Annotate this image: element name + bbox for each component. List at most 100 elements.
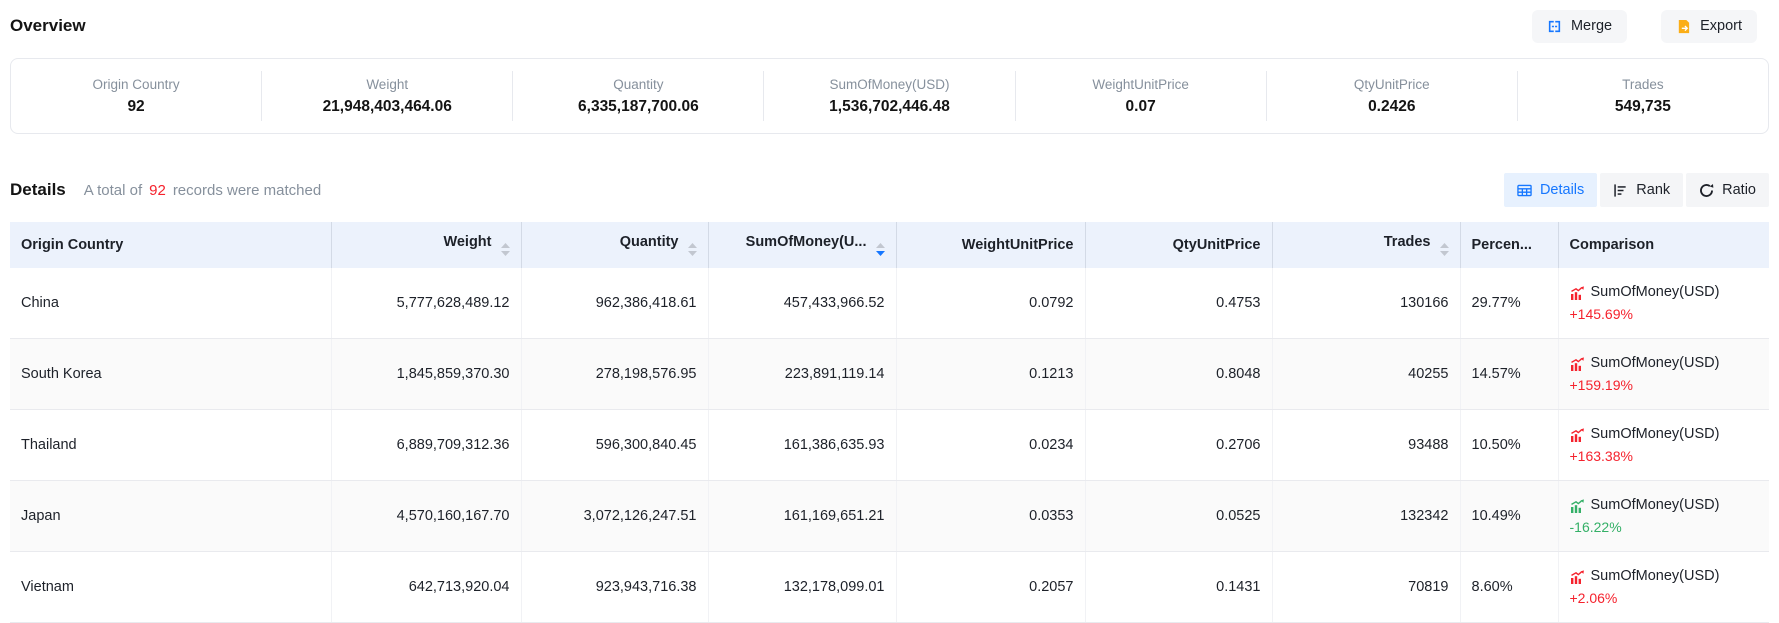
comparison-change-value: +163.38% (1570, 449, 1759, 463)
cell-weight-unit-price: 0.0792 (896, 268, 1085, 339)
cell-trades: 132342 (1272, 481, 1460, 552)
stat-label: QtyUnitPrice (1267, 78, 1517, 92)
stat-label: Origin Country (11, 78, 261, 92)
col-header-quantity[interactable]: Quantity (521, 222, 708, 268)
stat-value: 6,335,187,700.06 (513, 99, 763, 115)
comparison-change-value: +145.69% (1570, 307, 1759, 321)
stat-value: 1,536,702,446.48 (764, 99, 1014, 115)
tab-details-label: Details (1540, 182, 1584, 198)
table-row: Thailand6,889,709,312.36596,300,840.4516… (10, 410, 1769, 481)
details-table: Origin Country Weight Quantity SumOfMone… (10, 222, 1769, 623)
trend-up-chart-icon (1570, 286, 1584, 300)
col-header-origin-country: Origin Country (10, 222, 331, 268)
table-header-row: Origin Country Weight Quantity SumOfMone… (10, 222, 1769, 268)
stat-item: WeightUnitPrice 0.07 (1015, 71, 1266, 121)
view-tabs: Details Rank Ratio (1504, 173, 1769, 207)
cell-percentage: 8.60% (1460, 552, 1558, 623)
cell-origin-country: Vietnam (10, 552, 331, 623)
cell-origin-country: South Korea (10, 339, 331, 410)
comparison-metric-label: SumOfMoney(USD) (1591, 569, 1720, 584)
stat-value: 549,735 (1518, 99, 1768, 115)
comparison-metric-label: SumOfMoney(USD) (1591, 285, 1720, 300)
col-header-qty-unit-price: QtyUnitPrice (1085, 222, 1272, 268)
cell-sum-of-money: 132,178,099.01 (708, 552, 896, 623)
cell-origin-country: Japan (10, 481, 331, 552)
table-row: China5,777,628,489.12962,386,418.61457,4… (10, 268, 1769, 339)
stat-label: Weight (262, 78, 512, 92)
match-count: 92 (149, 182, 166, 199)
match-prefix: A total of (84, 182, 142, 199)
page: Overview Merge Export Origin Country92We… (0, 9, 1779, 623)
comparison-metric-label: SumOfMoney(USD) (1591, 498, 1720, 513)
cell-percentage: 14.57% (1460, 339, 1558, 410)
table-row: Vietnam642,713,920.04923,943,716.38132,1… (10, 552, 1769, 623)
tab-ratio-label: Ratio (1722, 182, 1756, 198)
merge-icon (1547, 19, 1562, 34)
col-header-percentage: Percen... (1460, 222, 1558, 268)
cell-qty-unit-price: 0.0525 (1085, 481, 1272, 552)
col-header-trades[interactable]: Trades (1272, 222, 1460, 268)
cell-weight: 6,889,709,312.36 (331, 410, 521, 481)
table-body: China5,777,628,489.12962,386,418.61457,4… (10, 268, 1769, 623)
cell-trades: 130166 (1272, 268, 1460, 339)
col-header-sum-of-money[interactable]: SumOfMoney(U... (708, 222, 896, 268)
trend-up-chart-icon (1570, 570, 1584, 584)
stat-label: SumOfMoney(USD) (764, 78, 1014, 92)
cell-sum-of-money: 161,386,635.93 (708, 410, 896, 481)
stat-label: WeightUnitPrice (1016, 78, 1266, 92)
table-row: South Korea1,845,859,370.30278,198,576.9… (10, 339, 1769, 410)
details-title: Details (10, 180, 66, 200)
cell-percentage: 29.77% (1460, 268, 1558, 339)
page-title: Overview (10, 16, 86, 36)
stat-item: Origin Country 92 (11, 71, 261, 121)
comparison-metric-label: SumOfMoney(USD) (1591, 427, 1720, 442)
rank-bars-icon (1613, 183, 1628, 198)
overview-stats-card: Origin Country92Weight21,948,403,464.06Q… (10, 58, 1769, 134)
comparison-change-value: -16.22% (1570, 520, 1759, 534)
cell-weight-unit-price: 0.0353 (896, 481, 1085, 552)
sort-icon[interactable] (501, 243, 510, 256)
export-icon (1676, 19, 1691, 34)
tab-rank[interactable]: Rank (1600, 173, 1683, 207)
merge-button[interactable]: Merge (1532, 10, 1627, 43)
cell-trades: 40255 (1272, 339, 1460, 410)
col-header-weight[interactable]: Weight (331, 222, 521, 268)
cell-quantity: 962,386,418.61 (521, 268, 708, 339)
tab-ratio[interactable]: Ratio (1686, 173, 1769, 207)
sort-icon[interactable] (688, 243, 697, 256)
trend-up-chart-icon (1570, 428, 1584, 442)
sort-icon[interactable] (876, 243, 885, 256)
stat-value: 0.07 (1016, 99, 1266, 115)
cell-weight-unit-price: 0.1213 (896, 339, 1085, 410)
stat-value: 21,948,403,464.06 (262, 99, 512, 115)
stat-item: SumOfMoney(USD) 1,536,702,446.48 (763, 71, 1014, 121)
cell-quantity: 3,072,126,247.51 (521, 481, 708, 552)
cell-qty-unit-price: 0.2706 (1085, 410, 1272, 481)
stat-item: Weight 21,948,403,464.06 (261, 71, 512, 121)
stat-label: Trades (1518, 78, 1768, 92)
cell-comparison: SumOfMoney(USD)+2.06% (1558, 552, 1769, 623)
details-bar: Details A total of92records were matched… (10, 172, 1769, 208)
cell-percentage: 10.50% (1460, 410, 1558, 481)
cell-sum-of-money: 457,433,966.52 (708, 268, 896, 339)
cell-weight: 642,713,920.04 (331, 552, 521, 623)
trend-down-chart-icon (1570, 499, 1584, 513)
cell-comparison: SumOfMoney(USD) +163.38% (1558, 410, 1769, 481)
stat-item: Trades 549,735 (1517, 71, 1768, 121)
ratio-circle-icon (1699, 183, 1714, 198)
stat-item: Quantity6,335,187,700.06 (512, 71, 763, 121)
col-header-comparison: Comparison (1558, 222, 1769, 268)
stat-item: QtyUnitPrice 0.2426 (1266, 71, 1517, 121)
comparison-change-value: +159.19% (1570, 378, 1759, 392)
export-button[interactable]: Export (1661, 10, 1757, 43)
cell-qty-unit-price: 0.4753 (1085, 268, 1272, 339)
tab-details[interactable]: Details (1504, 173, 1597, 207)
records-matched-text: A total of92records were matched (84, 182, 321, 199)
trend-up-chart-icon (1570, 357, 1584, 371)
top-bar: Overview Merge Export (10, 9, 1769, 43)
stat-value: 0.2426 (1267, 99, 1517, 115)
cell-qty-unit-price: 0.1431 (1085, 552, 1272, 623)
col-header-weight-unit-price: WeightUnitPrice (896, 222, 1085, 268)
sort-icon[interactable] (1440, 243, 1449, 256)
stat-value: 92 (11, 99, 261, 115)
